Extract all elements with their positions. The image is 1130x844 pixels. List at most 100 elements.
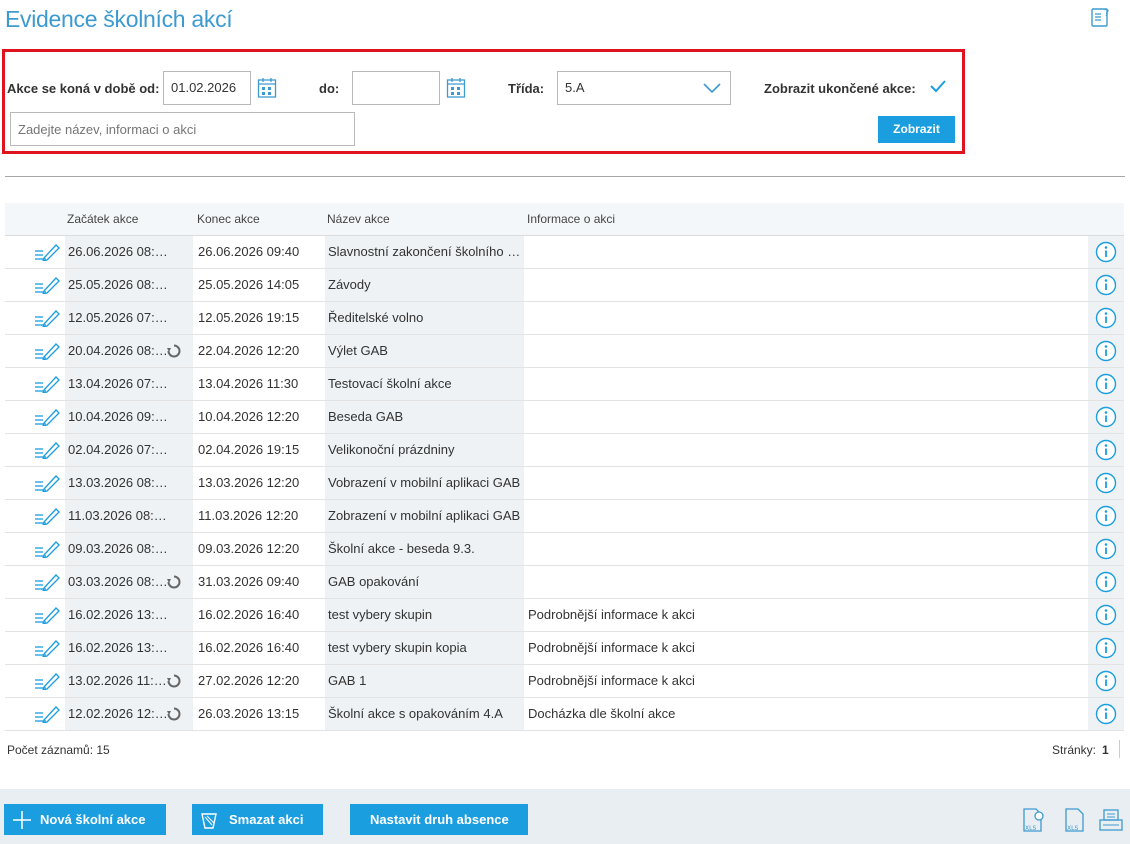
edit-pencil-icon[interactable] [34,441,60,459]
new-event-button[interactable]: Nová školní akce [4,804,166,835]
checkmark-icon[interactable] [929,79,947,93]
repeat-icon [167,575,181,589]
table-row[interactable]: 11.03.2026 08:55 11.03.2026 12:20 Zobrazen… [5,500,1124,533]
end-cell: 13.03.2026 12:20 [198,475,300,490]
edit-pencil-icon[interactable] [34,375,60,393]
column-header-start[interactable]: Začátek akce [67,212,138,226]
info-icon[interactable] [1095,439,1117,461]
info-icon[interactable] [1095,703,1117,725]
end-cell: 10.04.2026 12:20 [198,409,300,424]
end-cell: 02.04.2026 19:15 [198,442,300,457]
table-row[interactable]: 13.03.2026 08:55 13.03.2026 12:20 Vobrazen… [5,467,1124,500]
info-icon[interactable] [1095,472,1117,494]
table-row[interactable]: 13.04.2026 07:10 13.04.2026 11:30 Testovac… [5,368,1124,401]
page-number[interactable]: 1 [1102,743,1109,757]
start-cell: 25.05.2026 08:00 [68,277,168,292]
edit-pencil-icon[interactable] [34,309,60,327]
print-report-icon[interactable] [1098,806,1124,834]
help-document-icon[interactable]: ? [1090,6,1112,28]
date-to-label: do: [319,81,340,96]
new-event-label: Nová školní akce [40,812,146,827]
pages-label: Stránky: [1052,743,1097,757]
table-row[interactable]: 16.02.2026 13:20 16.02.2026 16:40 test vyb… [5,599,1124,632]
edit-pencil-icon[interactable] [34,705,60,723]
info-icon[interactable] [1095,637,1117,659]
name-cell: Vobrazení v mobilní aplikaci GAB [328,475,521,490]
table-row[interactable]: 16.02.2026 13:20 16.02.2026 16:40 test vyb… [5,632,1124,665]
bottom-toolbar [0,789,1130,844]
set-absence-button[interactable]: Nastavit druh absence [350,804,528,835]
plus-icon [13,811,31,829]
table-row[interactable]: 26.06.2026 08:00 26.06.2026 09:40 Slavnost… [5,236,1124,269]
repeat-icon [167,707,181,721]
info-icon[interactable] [1095,604,1117,626]
end-cell: 25.05.2026 14:05 [198,277,300,292]
info-icon[interactable] [1095,340,1117,362]
show-button[interactable]: Zobrazit [878,116,955,143]
table-row[interactable]: 20.04.2026 08:00 22.04.2026 12:20 Výlet GA… [5,335,1124,368]
table-row[interactable]: 10.04.2026 09:55 10.04.2026 12:20 Beseda G… [5,401,1124,434]
edit-pencil-icon[interactable] [34,573,60,591]
column-header-end[interactable]: Konec akce [197,212,260,226]
xls-settings-icon[interactable]: XLS [1021,806,1047,834]
edit-pencil-icon[interactable] [34,276,60,294]
table-body: 26.06.2026 08:00 26.06.2026 09:40 Slavnost… [5,236,1124,731]
end-cell: 31.03.2026 09:40 [198,574,300,589]
info-icon[interactable] [1095,406,1117,428]
xls-export-icon[interactable]: XLS [1062,806,1088,834]
edit-pencil-icon[interactable] [34,342,60,360]
repeat-icon [167,674,181,688]
date-from-input[interactable]: 01.02.2026 [163,71,251,105]
table-row[interactable]: 02.04.2026 07:10 02.04.2026 19:15 Velikono… [5,434,1124,467]
start-cell: 13.02.2026 11:35 [68,673,168,688]
info-icon[interactable] [1095,538,1117,560]
table-row[interactable]: 03.03.2026 08:00 31.03.2026 09:40 GAB opak… [5,566,1124,599]
name-cell: Školní akce - beseda 9.3. [328,541,475,556]
end-cell: 27.02.2026 12:20 [198,673,300,688]
info-cell: Podrobnější informace k akci [528,640,695,655]
info-icon[interactable] [1095,505,1117,527]
table-row[interactable]: 13.02.2026 11:35 27.02.2026 12:20 GAB 1 Pod… [5,665,1124,698]
edit-pencil-icon[interactable] [34,606,60,624]
calendar-icon[interactable] [446,77,466,99]
end-cell: 12.05.2026 19:15 [198,310,300,325]
calendar-icon[interactable] [257,77,277,99]
edit-pencil-icon[interactable] [34,507,60,525]
edit-pencil-icon[interactable] [34,474,60,492]
edit-pencil-icon[interactable] [34,540,60,558]
edit-pencil-icon[interactable] [34,408,60,426]
table-row[interactable]: 09.03.2026 08:00 09.03.2026 12:20 Školní a… [5,533,1124,566]
info-cell [528,368,1068,400]
info-icon[interactable] [1095,571,1117,593]
chevron-down-icon [703,83,721,94]
search-input[interactable] [10,112,355,146]
table-row[interactable]: 12.05.2026 07:10 12.05.2026 19:15 Ředitels… [5,302,1124,335]
info-cell [528,566,1068,598]
info-icon[interactable] [1095,307,1117,329]
info-cell: Docházka dle školní akce [528,706,676,721]
info-cell [528,269,1068,301]
info-icon[interactable] [1095,274,1117,296]
edit-pencil-icon[interactable] [34,243,60,261]
delete-event-button[interactable]: Smazat akci [192,804,323,835]
name-cell: Ředitelské volno [328,310,424,325]
start-cell: 12.05.2026 07:10 [68,310,168,325]
column-header-name[interactable]: Název akce [327,212,390,226]
start-cell: 13.03.2026 08:55 [68,475,168,490]
info-cell [528,236,1068,268]
date-to-input[interactable] [352,71,440,105]
column-header-info[interactable]: Informace o akci [527,212,615,226]
info-cell [528,302,1068,334]
info-cell [528,500,1068,532]
info-icon[interactable] [1095,241,1117,263]
table-row[interactable]: 12.02.2026 12:30 26.03.2026 13:15 Školní a… [5,698,1124,731]
set-absence-label: Nastavit druh absence [370,812,509,827]
info-cell: Podrobnější informace k akci [528,673,695,688]
info-icon[interactable] [1095,373,1117,395]
info-cell [528,335,1068,367]
class-select[interactable]: 5.A [557,71,731,105]
edit-pencil-icon[interactable] [34,672,60,690]
info-icon[interactable] [1095,670,1117,692]
table-row[interactable]: 25.05.2026 08:00 25.05.2026 14:05 Závody [5,269,1124,302]
edit-pencil-icon[interactable] [34,639,60,657]
